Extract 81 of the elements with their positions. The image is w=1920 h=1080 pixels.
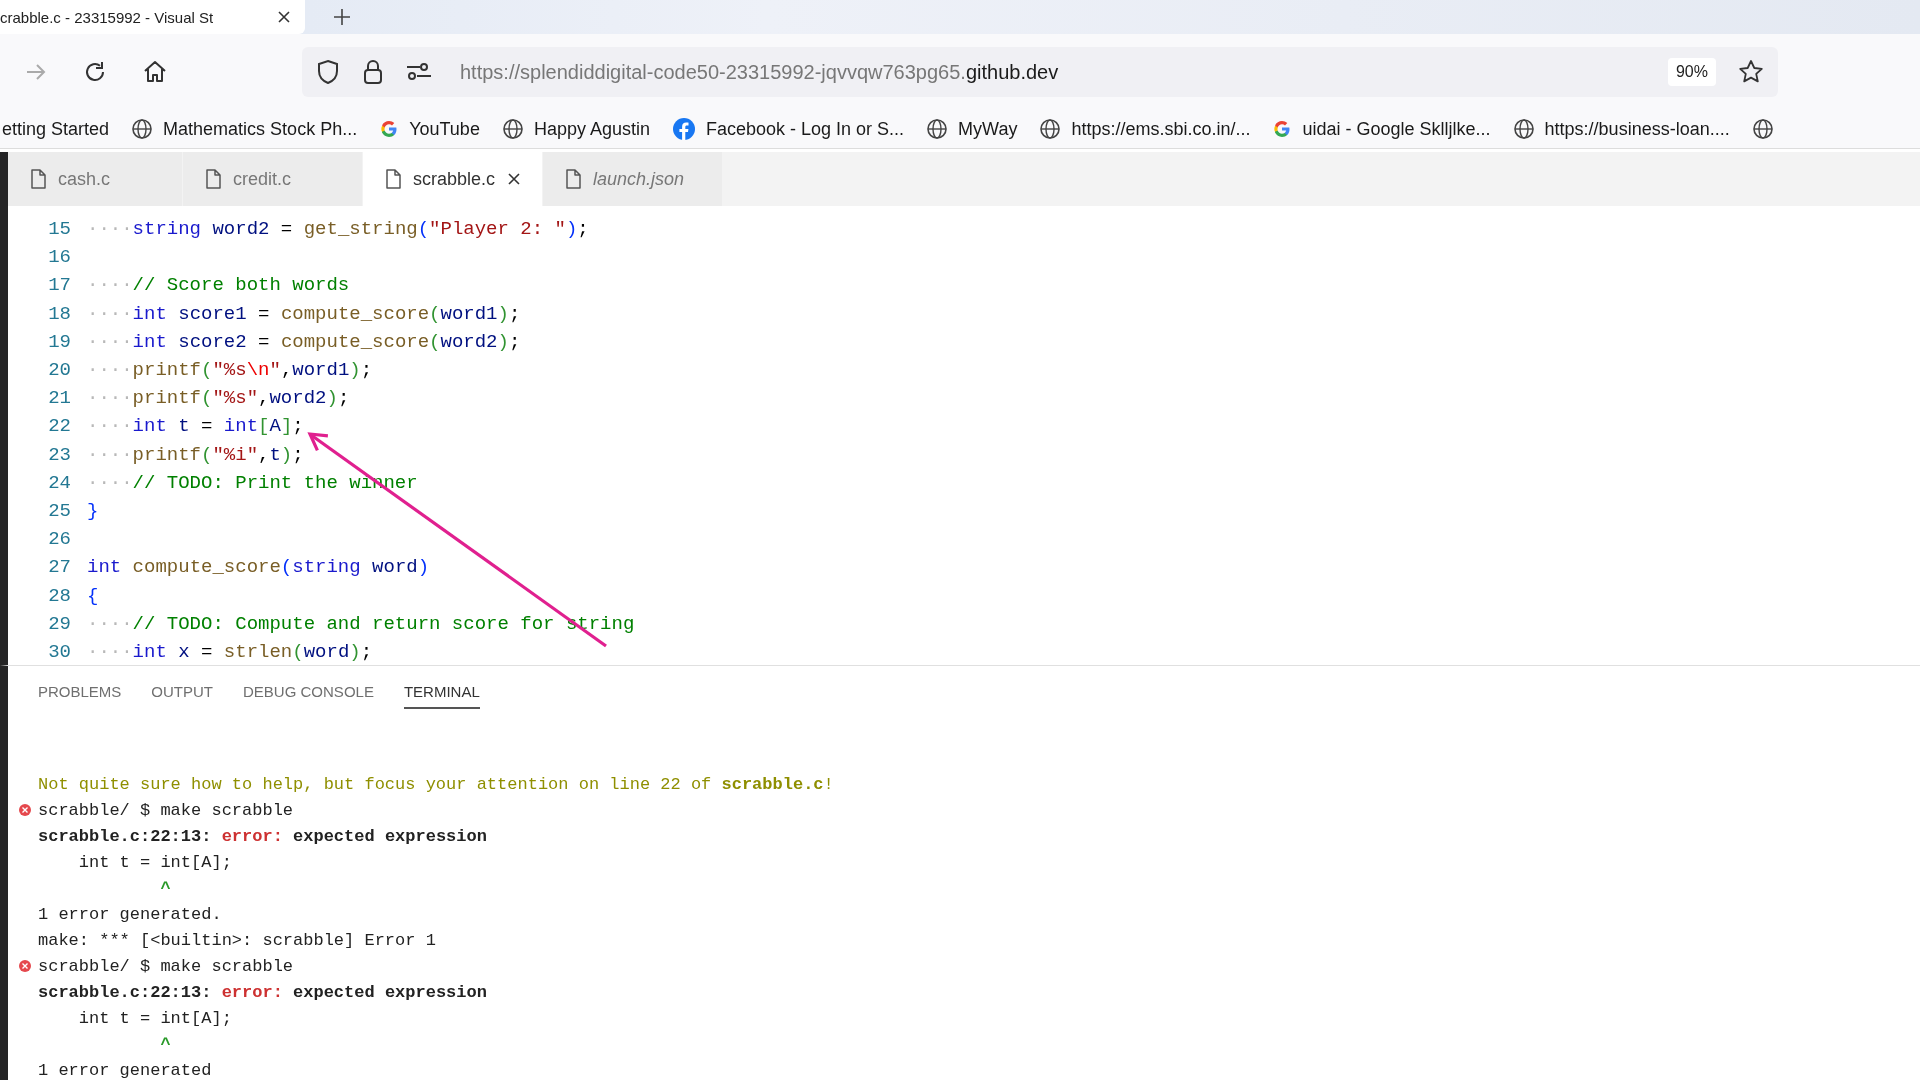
panel-tab[interactable]: DEBUG CONSOLE — [243, 683, 374, 709]
plus-icon[interactable] — [333, 8, 351, 26]
terminal-command: scrabble/ $ make scrabble — [38, 956, 294, 976]
line-number: 21 — [47, 387, 71, 410]
terminal-output: make: *** [<builtin>: scrabble] Error 1 — [38, 930, 436, 950]
file-icon — [30, 169, 46, 189]
code-line: ····printf("%s\n",word1); — [87, 359, 373, 382]
line-number: 29 — [47, 612, 71, 635]
bookmark-item[interactable]: https://ems.sbi.co.in/... — [1039, 118, 1251, 140]
terminal-output: scrabble.c:22:13: error: expected expression — [38, 826, 487, 846]
code-line: } — [87, 499, 99, 522]
address-bar[interactable]: https://splendiddigital-code50-23315992-jqvvqw763pg65.github.dev 90% — [302, 47, 1778, 97]
bookmark-item[interactable]: Facebook - Log In or S... — [671, 117, 905, 141]
code-line: int compute_score(string word) — [87, 556, 430, 579]
editor-tab[interactable]: scrabble.c — [363, 152, 543, 206]
globe-icon — [1751, 118, 1774, 140]
line-number: 25 — [47, 499, 71, 522]
lock-icon[interactable] — [362, 59, 384, 85]
terminal-output: int t = int[A]; — [77, 1008, 232, 1028]
line-number: 30 — [47, 640, 71, 663]
panel-tab[interactable]: PROBLEMS — [38, 683, 122, 709]
close-icon[interactable] — [507, 172, 522, 186]
code-line: ····string word2 = get_string("Player 2: "); — [87, 218, 589, 241]
bookmark-item[interactable]: Happy Agustin — [501, 118, 650, 140]
globe-icon — [1039, 118, 1062, 140]
code-line: ····int t = int[A]; — [87, 415, 304, 438]
sliders-icon[interactable] — [406, 61, 432, 83]
editor-tab[interactable]: launch.json — [543, 152, 723, 206]
editor-tab[interactable]: cash.c — [8, 152, 183, 206]
terminal-output: ^ — [159, 1034, 171, 1054]
code-line: ····int score1 = compute_score(word1); — [87, 302, 521, 325]
bookmark-icon-item[interactable] — [1751, 118, 1774, 140]
zoom-level[interactable]: 90% — [1667, 58, 1716, 86]
code-line: ····// Score both words — [87, 274, 350, 297]
code-line: ····printf("%i",t); — [87, 443, 304, 466]
bookmark-item[interactable]: etting Started — [2, 118, 110, 140]
code-line: { — [87, 584, 99, 607]
shield-icon[interactable] — [316, 59, 340, 85]
code-line: ····int x = strlen(word); — [87, 640, 373, 663]
home-icon[interactable] — [142, 59, 168, 85]
line-number: 19 — [47, 330, 71, 353]
bookmark-item[interactable]: Mathematics Stock Ph... — [131, 118, 358, 140]
line-number: 24 — [47, 471, 71, 494]
line-number: 17 — [47, 274, 71, 297]
facebook-f-icon — [671, 117, 696, 141]
globe-icon — [131, 118, 154, 140]
globe-icon — [501, 118, 524, 140]
code-line: ····int score2 = compute_score(word2); — [87, 330, 521, 353]
globe-icon — [926, 118, 949, 140]
panel-tab[interactable]: OUTPUT — [151, 683, 214, 709]
terminal-output: 1 error generated — [38, 1060, 212, 1080]
close-icon[interactable] — [277, 10, 291, 24]
terminal-output: 1 error generated. — [38, 904, 222, 924]
bookmark-item[interactable]: YouTube — [379, 118, 480, 140]
file-icon — [565, 169, 581, 189]
bookmark-item[interactable]: uidai - Google Sklljlke... — [1272, 118, 1491, 140]
file-icon — [385, 169, 401, 189]
terminal-output: scrabble.c:22:13: error: expected expression — [38, 982, 487, 1002]
line-number: 20 — [47, 359, 71, 382]
panel-tab[interactable]: TERMINAL — [403, 683, 480, 709]
code-line: ····printf("%s",word2); — [87, 387, 350, 410]
terminal-output: ^ — [159, 878, 171, 898]
file-icon — [205, 169, 221, 189]
bookmark-item[interactable]: MyWay — [926, 118, 1018, 140]
line-number: 16 — [47, 246, 71, 269]
line-number: 15 — [47, 218, 71, 241]
url-text: https://splendiddigital-code50-23315992-jqvvqw763pg65.github.dev — [460, 60, 1060, 84]
line-number: 28 — [47, 584, 71, 607]
terminal-output: int t = int[A]; — [77, 852, 232, 872]
line-number: 23 — [47, 443, 71, 466]
terminal-hint: Not quite sure how to help, but focus your attention on line 22 of scrabble.c! — [38, 774, 834, 794]
terminal-command: scrabble/ $ make scrabble — [38, 800, 294, 820]
line-number: 26 — [47, 528, 71, 551]
line-number: 18 — [47, 302, 71, 325]
line-number: 22 — [47, 415, 71, 438]
bookmark-item[interactable]: https://business-loan.... — [1512, 118, 1730, 140]
star-icon[interactable] — [1738, 59, 1764, 85]
line-number: 27 — [47, 556, 71, 579]
editor-tab[interactable]: credit.c — [183, 152, 363, 206]
globe-icon — [1512, 118, 1535, 140]
browser-tab[interactable]: crabble.c - 23315992 - Visual St — [0, 0, 305, 34]
